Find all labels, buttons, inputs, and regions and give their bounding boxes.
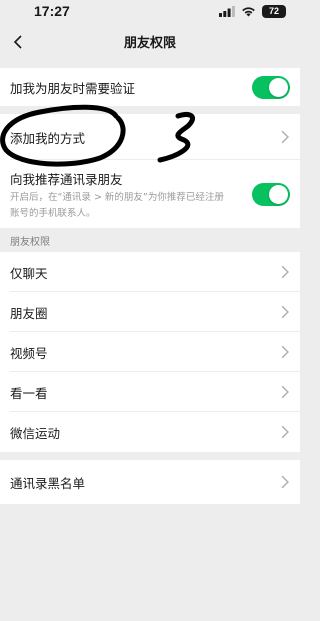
chevron-right-icon [281,265,289,279]
battery-level: 72 [268,6,279,16]
status-bar: 17:27 72 [0,0,300,22]
blacklist-group: 通讯录黑名单 [0,460,300,504]
nav-bar: 朋友权限 [0,22,300,60]
toggle-knob [269,184,288,204]
permission-label: 微信运动 [10,425,61,441]
permission-row[interactable]: 看一看 [0,372,300,412]
permission-label: 看一看 [10,385,48,401]
verify-label: 加我为朋友时需要验证 [10,80,136,96]
chevron-right-icon [281,385,289,399]
chevron-right-icon [281,305,289,319]
back-button[interactable] [6,30,30,54]
battery-icon: 72 [262,4,286,18]
permission-group: 仅聊天朋友圈视频号看一看微信运动 [0,252,300,452]
signal-icon [219,5,235,17]
blacklist-label: 通讯录黑名单 [10,475,86,491]
chevron-right-icon [281,425,289,439]
recommend-desc-line1: 开启后，在“通讯录 > 新的朋友”为你推荐已经注册 [10,191,224,203]
recommend-row: 向我推荐通讯录朋友 开启后，在“通讯录 > 新的朋友”为你推荐已经注册 账号的手… [0,160,300,228]
chevron-right-icon [281,130,289,144]
recommend-desc-line2: 账号的手机联系人。 [10,207,96,219]
recommend-label: 向我推荐通讯录朋友 [10,171,123,187]
permission-row[interactable]: 微信运动 [0,412,300,452]
add-method-row[interactable]: 添加我的方式 [0,114,300,160]
chevron-right-icon [281,475,289,489]
section-header: 朋友权限 [10,237,50,248]
wifi-icon [242,6,255,16]
permission-label: 朋友圈 [10,305,48,321]
permission-label: 视频号 [10,345,48,361]
recommend-text: 向我推荐通讯录朋友 开启后，在“通讯录 > 新的朋友”为你推荐已经注册 账号的手… [10,169,224,220]
recommend-toggle[interactable] [252,182,290,206]
permission-row[interactable]: 仅聊天 [0,252,300,292]
add-method-label: 添加我的方式 [10,130,86,146]
chevron-right-icon [281,345,289,359]
add-method-group: 添加我的方式 向我推荐通讯录朋友 开启后，在“通讯录 > 新的朋友”为你推荐已经… [0,114,300,228]
permission-row[interactable]: 朋友圈 [0,292,300,332]
status-icons: 72 [219,4,286,18]
status-time: 17:27 [34,3,70,19]
blacklist-row[interactable]: 通讯录黑名单 [0,460,300,504]
verify-toggle[interactable] [252,75,290,99]
verify-row: 加我为朋友时需要验证 [0,68,300,106]
toggle-knob [269,77,288,97]
permission-row[interactable]: 视频号 [0,332,300,372]
verify-group: 加我为朋友时需要验证 [0,68,300,106]
permission-label: 仅聊天 [10,265,48,281]
chevron-left-icon [13,35,22,49]
page-title: 朋友权限 [123,35,176,51]
